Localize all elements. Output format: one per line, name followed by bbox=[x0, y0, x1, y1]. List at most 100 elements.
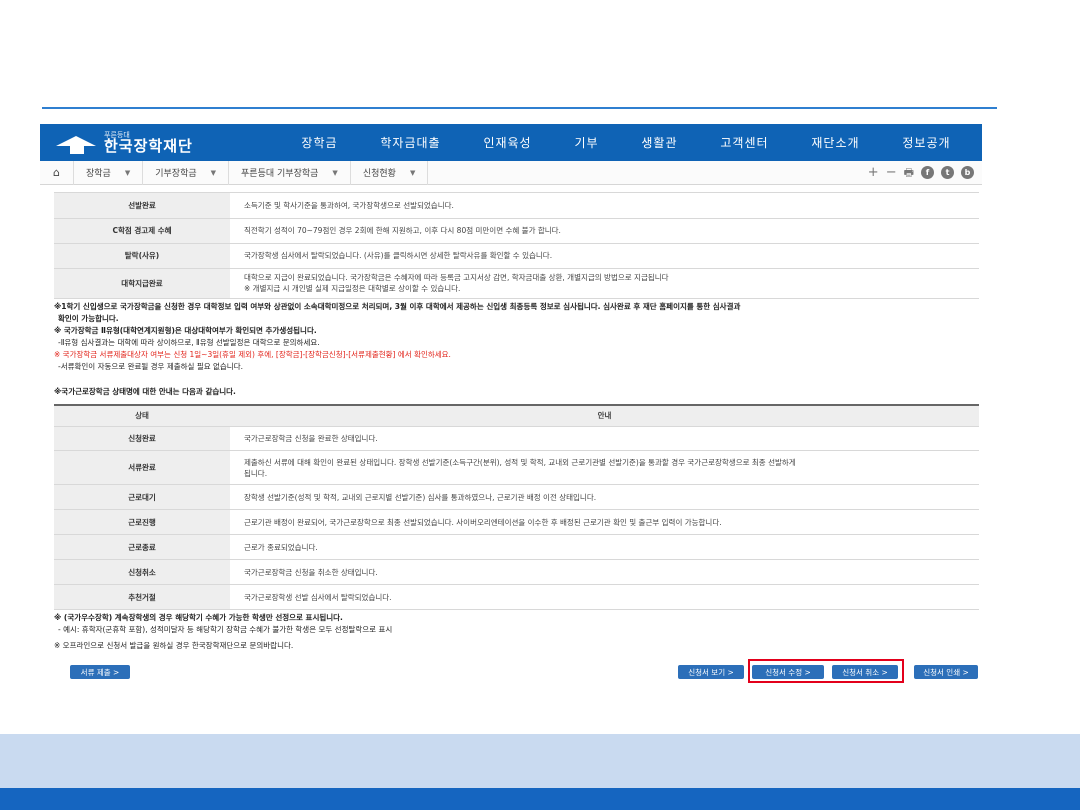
logo[interactable]: 푸른등대 한국장학재단 bbox=[40, 130, 280, 155]
table-row: 근로진행 근로기관 배정이 완료되어, 국가근로장학으로 최종 선발되었습니다.… bbox=[54, 509, 979, 535]
status-key: C학점 경고제 수혜 bbox=[54, 218, 230, 244]
section-title: ※국가근로장학금 상태명에 대한 안내는 다음과 같습니다. bbox=[54, 386, 236, 396]
status-desc: 근로가 종료되었습니다. bbox=[230, 534, 979, 560]
logo-text: 푸른등대 한국장학재단 bbox=[104, 130, 193, 155]
note-line: ※ (국가우수장학) 계속장학생의 경우 해당학기 수혜가 가능한 학생만 선정… bbox=[54, 613, 343, 622]
caret-down-icon: ▼ bbox=[409, 168, 416, 177]
status-desc: 소득기준 및 학사기준을 통과하여, 국가장학생으로 선발되었습니다. bbox=[230, 193, 979, 219]
submit-documents-button[interactable]: 서류 제출 > bbox=[70, 665, 130, 679]
caret-down-icon: ▼ bbox=[332, 168, 338, 177]
content-area: 선발완료 소득기준 및 학사기준을 통과하여, 국가장학생으로 선발되었습니다.… bbox=[40, 185, 982, 652]
twitter-icon[interactable]: t bbox=[941, 166, 954, 179]
note-line-red: ※ 국가장학금 서류제출대상자 여부는 신청 1일~3일(휴일 제외) 후에, … bbox=[54, 349, 451, 359]
table-row: 근로대기 장학생 선발기준(성적 및 학적, 교내외 근로지별 선발기준) 심사… bbox=[54, 484, 979, 510]
gnb-item-loan[interactable]: 학자금대출 bbox=[380, 134, 440, 151]
status-desc: 국가장학생 심사에서 탈락되었습니다. (사유)를 클릭하시면 상세한 탈락사유… bbox=[230, 243, 979, 269]
facebook-icon[interactable]: f bbox=[921, 166, 934, 179]
status-key: 신청완료 bbox=[54, 426, 230, 451]
breadcrumb-donation-scholarship[interactable]: 기부장학금 ▼ bbox=[143, 160, 230, 185]
crumb-label: 기부장학금 bbox=[155, 169, 197, 179]
highlight-box bbox=[748, 659, 904, 683]
status-desc: 국가근로장학금 신청을 완료한 상태입니다. bbox=[230, 426, 979, 451]
status-desc: 장학생 선발기준(성적 및 학적, 교내외 근로지별 선발기준) 심사를 통과하… bbox=[230, 484, 979, 510]
gnb-item-about[interactable]: 재단소개 bbox=[811, 134, 859, 151]
caret-down-icon: ▼ bbox=[210, 168, 217, 177]
zoom-out-icon[interactable]: − bbox=[886, 166, 897, 179]
status-desc: 직전학기 성적이 70~79점인 경우 2회에 한해 지원하고, 이후 다시 8… bbox=[230, 218, 979, 244]
status-desc: 제출하신 서류에 대해 확인이 완료된 상태입니다. 장학생 선발기준(소득구간… bbox=[244, 457, 796, 467]
status-desc-cont: 됩니다. bbox=[244, 468, 268, 478]
footer-band-dark bbox=[0, 788, 1080, 810]
column-header: 안내 bbox=[230, 404, 979, 427]
view-application-button[interactable]: 신청서 보기 > bbox=[678, 665, 744, 679]
table-row: C학점 경고제 수혜 직전학기 성적이 70~79점인 경우 2회에 한해 지원… bbox=[54, 218, 979, 244]
gnb-item-donation[interactable]: 기부 bbox=[574, 134, 598, 151]
breadcrumb-bar: ⌂ 장학금 ▼ 기부장학금 ▼ 푸른등대 기부장학금 ▼ 신청현황 ▼ + − 🖶 f … bbox=[40, 160, 982, 185]
global-nav: 푸른등대 한국장학재단 장학금 학자금대출 인재육성 기부 생활관 고객센터 재… bbox=[40, 124, 982, 161]
logo-icon bbox=[56, 132, 98, 154]
logo-sub: 푸른등대 bbox=[104, 130, 130, 139]
note-line: - 예시: 휴학자(군휴학 포함), 성적미달자 등 해당학기 장학금 수혜가 … bbox=[58, 625, 393, 634]
status-desc-cell: 대학으로 지급이 완료되었습니다. 국가장학금은 수혜자에 따라 등록금 고지서… bbox=[230, 268, 979, 299]
crumb-label: 푸른등대 기부장학금 bbox=[241, 169, 319, 179]
crumb-label: 신청현황 bbox=[362, 169, 396, 179]
status-desc: 근로기관 배정이 완료되어, 국가근로장학으로 최종 선발되었습니다. 사이버오… bbox=[230, 509, 979, 535]
status-key: 근로대기 bbox=[54, 484, 230, 510]
breadcrumb-scholarship[interactable]: 장학금 ▼ bbox=[74, 160, 144, 185]
top-divider bbox=[42, 107, 997, 109]
status-key: 신청취소 bbox=[54, 559, 230, 585]
website-screenshot: 푸른등대 한국장학재단 장학금 학자금대출 인재육성 기부 생활관 고객센터 재… bbox=[40, 124, 982, 684]
note-line: ※ 오프라인으로 신청서 발급을 원하실 경우 한국장학재단으로 문의바랍니다. bbox=[54, 641, 294, 650]
status-key: 대학지급완료 bbox=[54, 268, 230, 299]
table-row: 탈락(사유) 국가장학생 심사에서 탈락되었습니다. (사유)를 클릭하시면 상… bbox=[54, 243, 979, 269]
gnb-item-customer-center[interactable]: 고객센터 bbox=[720, 134, 768, 151]
status-key: 서류완료 bbox=[54, 450, 230, 485]
print-icon[interactable]: 🖶 bbox=[904, 167, 914, 178]
blog-icon[interactable]: b bbox=[961, 166, 974, 179]
crumb-label: 장학금 bbox=[86, 169, 111, 179]
logo-main: 한국장학재단 bbox=[104, 136, 193, 155]
page-tools: + − 🖶 f t b bbox=[868, 166, 982, 179]
slide: 푸른등대 한국장학재단 장학금 학자금대출 인재육성 기부 생활관 고객센터 재… bbox=[0, 0, 1080, 810]
table-row: 신청완료 국가근로장학금 신청을 완료한 상태입니다. bbox=[54, 426, 979, 451]
note-line: -서류확인이 자동으로 완료될 경우 제출하실 필요 없습니다. bbox=[58, 361, 243, 371]
status-desc: 국가근로장학생 선발 심사에서 탈락되었습니다. bbox=[230, 584, 979, 610]
status-key: 근로종료 bbox=[54, 534, 230, 560]
table-row: 대학지급완료 대학으로 지급이 완료되었습니다. 국가장학금은 수혜자에 따라 … bbox=[54, 268, 979, 299]
note-line: -Ⅱ유형 심사결과는 대학에 따라 상이하므로, Ⅱ유형 선발일정은 대학으로 … bbox=[58, 337, 320, 347]
gnb-menu: 장학금 학자금대출 인재육성 기부 생활관 고객센터 재단소개 정보공개 bbox=[280, 134, 982, 151]
notes-block-2: ※ (국가우수장학) 계속장학생의 경우 해당학기 수혜가 가능한 학생만 선정… bbox=[54, 612, 978, 652]
table-row: 선발완료 소득기준 및 학사기준을 통과하여, 국가장학생으로 선발되었습니다. bbox=[54, 193, 979, 219]
scholarship-status-table: 선발완료 소득기준 및 학사기준을 통과하여, 국가장학생으로 선발되었습니다.… bbox=[54, 193, 979, 299]
note-line: 확인이 가능합니다. bbox=[58, 313, 119, 323]
status-desc: 대학으로 지급이 완료되었습니다. 국가장학금은 수혜자에 따라 등록금 고지서… bbox=[244, 273, 669, 282]
breadcrumb-blue-lighthouse[interactable]: 푸른등대 기부장학금 ▼ bbox=[229, 160, 351, 185]
gnb-item-talent[interactable]: 인재육성 bbox=[483, 134, 531, 151]
table-row: 추천거절 국가근로장학생 선발 심사에서 탈락되었습니다. bbox=[54, 584, 979, 610]
gnb-item-public-info[interactable]: 정보공개 bbox=[902, 134, 950, 151]
status-key: 탈락(사유) bbox=[54, 243, 230, 269]
print-application-button[interactable]: 신청서 인쇄 > bbox=[914, 665, 978, 679]
status-key: 선발완료 bbox=[54, 193, 230, 219]
gnb-item-dormitory[interactable]: 생활관 bbox=[641, 134, 677, 151]
caret-down-icon: ▼ bbox=[124, 168, 131, 177]
footer-band-light bbox=[0, 734, 1080, 788]
gnb-item-scholarship[interactable]: 장학금 bbox=[301, 134, 337, 151]
breadcrumb-application-status[interactable]: 신청현황 ▼ bbox=[351, 160, 429, 185]
cut-off-row bbox=[54, 185, 979, 193]
status-key: 근로진행 bbox=[54, 509, 230, 535]
table-row: 서류완료 제출하신 서류에 대해 확인이 완료된 상태입니다. 장학생 선발기준… bbox=[54, 450, 979, 485]
status-desc-cell: 제출하신 서류에 대해 확인이 완료된 상태입니다. 장학생 선발기준(소득구간… bbox=[230, 450, 979, 485]
work-study-status-table: 상태 안내 신청완료 국가근로장학금 신청을 완료한 상태입니다. 서류완료 제… bbox=[54, 403, 979, 610]
table-row: 신청취소 국가근로장학금 신청을 취소한 상태입니다. bbox=[54, 559, 979, 585]
note-line: ※ 국가장학금 Ⅱ유형(대학연계지원형)은 대상대학여부가 확인되면 추가생성됩… bbox=[54, 325, 317, 335]
table-header-row: 상태 안내 bbox=[54, 404, 979, 427]
table-row: 근로종료 근로가 종료되었습니다. bbox=[54, 534, 979, 560]
home-icon[interactable]: ⌂ bbox=[40, 160, 74, 185]
notes-block-1: ※1학기 신입생으로 국가장학금을 신청한 경우 대학정보 입력 여부와 상관없… bbox=[54, 301, 978, 373]
status-desc-note: ※ 개별지급 시 개인별 실제 지급일정은 대학별로 상이할 수 있습니다. bbox=[244, 284, 461, 293]
zoom-in-icon[interactable]: + bbox=[868, 166, 879, 179]
status-key: 추천거절 bbox=[54, 584, 230, 610]
status-desc: 국가근로장학금 신청을 취소한 상태입니다. bbox=[230, 559, 979, 585]
note-line: ※1학기 신입생으로 국가장학금을 신청한 경우 대학정보 입력 여부와 상관없… bbox=[54, 301, 741, 311]
